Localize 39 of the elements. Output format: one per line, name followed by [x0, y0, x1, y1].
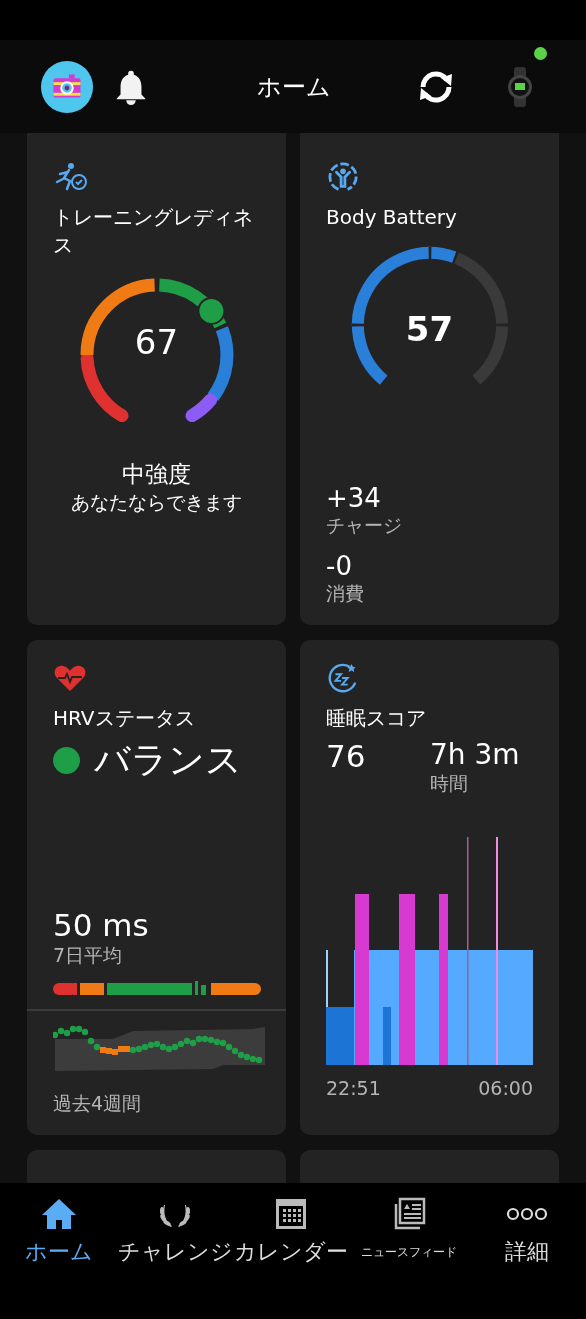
body-battery-icon	[326, 161, 360, 193]
training-readiness-card[interactable]: トレーニングレディネス 67 中強度 あなたならできます	[27, 133, 286, 625]
card-title: トレーニングレディネス	[53, 204, 254, 259]
charge-value: +34	[326, 483, 381, 513]
card-title: 睡眠スコア	[326, 705, 427, 732]
drain-label: 消費	[326, 581, 364, 606]
card-title: HRVステータス	[53, 705, 196, 732]
readiness-status: 中強度	[121, 460, 192, 489]
duration-label: 時間	[430, 771, 469, 796]
nav-tab[interactable]: チャレンジ	[118, 1197, 232, 1269]
camera-avatar-icon[interactable]	[40, 59, 94, 114]
charge-label: チャージ	[326, 513, 402, 538]
drain-value: -0	[326, 551, 352, 581]
nav-tab[interactable]: カレンダー	[232, 1197, 350, 1269]
trend-period-label: 過去4週間	[53, 1091, 143, 1116]
hrv-status: バランス	[94, 738, 242, 782]
runner-check-icon	[53, 161, 87, 193]
status-dot	[53, 747, 80, 774]
calendar-icon	[273, 1197, 309, 1231]
axis-start-time: 22:51	[326, 1077, 381, 1099]
readiness-message: あなたならできます	[70, 490, 243, 515]
nav-tab[interactable]: 詳細	[468, 1197, 586, 1269]
sleep-duration: 7h 3m	[430, 738, 520, 771]
sleep-score: 76	[326, 738, 367, 776]
sleep-score-card[interactable]: 睡眠スコア 76 7h 3m 時間 22:51 06:00	[300, 640, 559, 1135]
hrv-status-card[interactable]: HRVステータス バランス 50 ms 7日平均 過去4週間	[27, 640, 286, 1135]
nav-tab[interactable]: ニュースフィード	[350, 1197, 468, 1269]
body-battery-card[interactable]: Body Battery 57 +34 チャージ -0 消費	[300, 133, 559, 625]
card-title: Body Battery	[326, 204, 458, 231]
nav-tab[interactable]: ホーム	[0, 1197, 118, 1269]
hrv-value-label: 7日平均	[53, 943, 124, 968]
hrv-value: 50 ms	[53, 907, 150, 943]
watch-icon[interactable]	[505, 64, 535, 109]
readiness-score: 67	[134, 322, 179, 362]
more-icon	[506, 1207, 548, 1221]
home-icon	[41, 1197, 77, 1231]
screen-title: ホーム	[257, 71, 331, 103]
axis-end-time: 06:00	[478, 1077, 533, 1099]
body-battery-score: 57	[405, 309, 454, 349]
